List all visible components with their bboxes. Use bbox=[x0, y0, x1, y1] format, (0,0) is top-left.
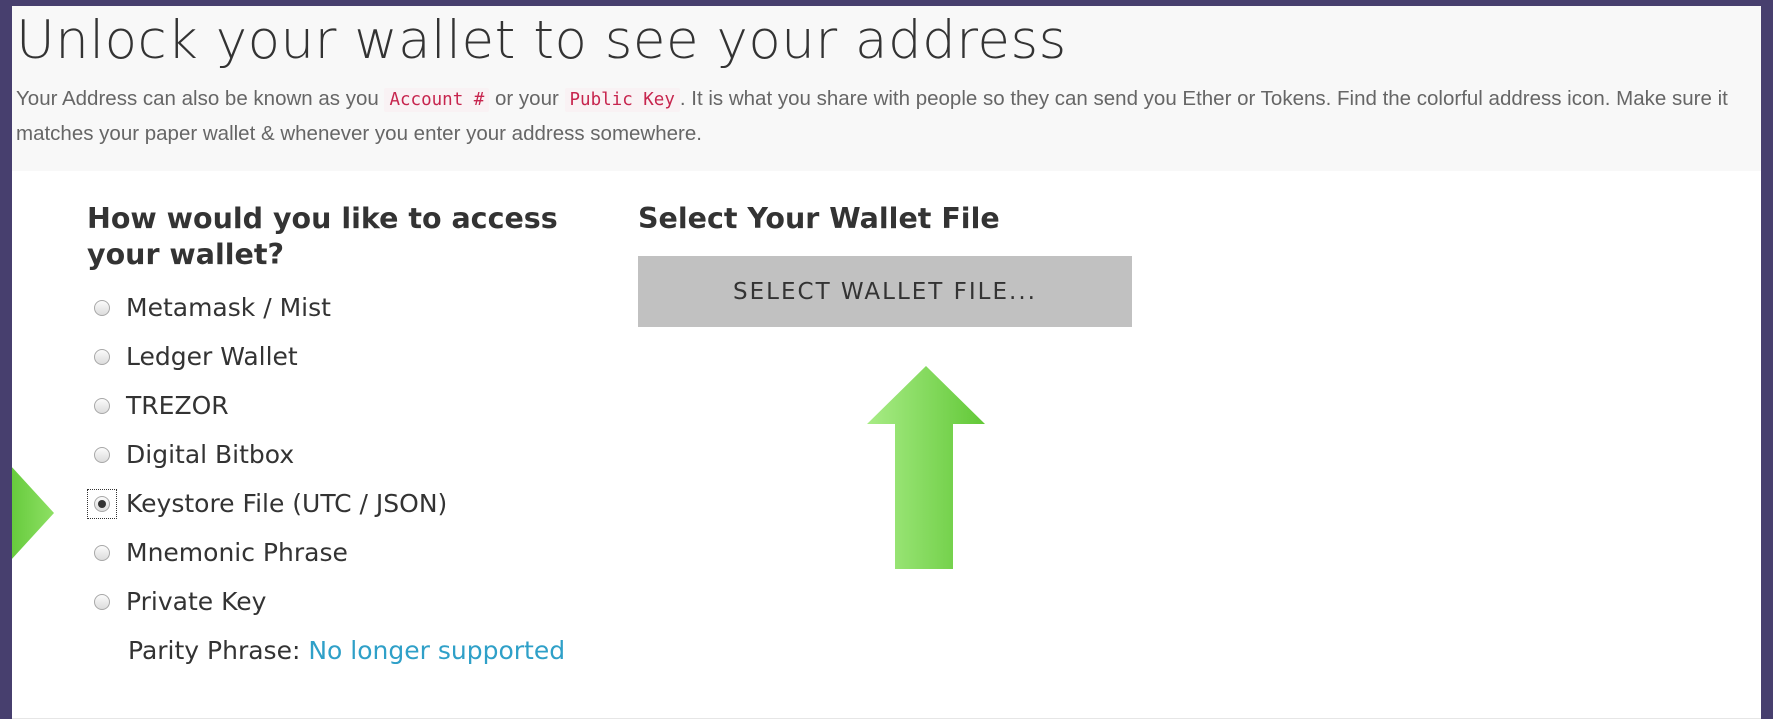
radio-circle-icon bbox=[94, 299, 110, 316]
no-longer-supported-link[interactable]: No longer supported bbox=[308, 636, 565, 665]
option-label: Mnemonic Phrase bbox=[126, 538, 348, 567]
access-heading: How would you like to access your wallet… bbox=[87, 202, 558, 271]
arrow-up-icon bbox=[867, 366, 985, 569]
radio-circle-icon bbox=[94, 397, 110, 414]
radio-trezor[interactable] bbox=[87, 391, 117, 421]
radio-circle-icon bbox=[94, 348, 110, 365]
option-mnemonic-phrase[interactable]: Mnemonic Phrase bbox=[87, 528, 607, 577]
option-private-key[interactable]: Private Key bbox=[87, 577, 607, 626]
address-description: Your Address can also be known as you Ac… bbox=[16, 82, 1761, 150]
parity-phrase-row: Parity Phrase: No longer supported bbox=[128, 636, 565, 665]
radio-mnemonic-phrase[interactable] bbox=[87, 538, 117, 568]
desc-part-2: or your bbox=[489, 87, 565, 110]
radio-circle-icon bbox=[94, 544, 110, 561]
option-trezor[interactable]: TREZOR bbox=[87, 381, 607, 430]
option-label: Metamask / Mist bbox=[126, 293, 331, 322]
radio-circle-icon bbox=[94, 593, 110, 610]
desc-part-1: Your Address can also be known as you bbox=[16, 87, 385, 110]
option-label: Ledger Wallet bbox=[126, 342, 298, 371]
radio-checked-icon bbox=[94, 495, 110, 512]
option-label: Keystore File (UTC / JSON) bbox=[126, 489, 448, 518]
option-label: Private Key bbox=[126, 587, 267, 616]
option-ledger[interactable]: Ledger Wallet bbox=[87, 332, 607, 381]
wallet-file-heading: Select Your Wallet File bbox=[638, 202, 1000, 235]
select-wallet-file-button[interactable]: SELECT WALLET FILE... bbox=[638, 256, 1132, 327]
option-digital-bitbox[interactable]: Digital Bitbox bbox=[87, 430, 607, 479]
radio-metamask[interactable] bbox=[87, 293, 117, 323]
radio-circle-icon bbox=[94, 446, 110, 463]
option-label: TREZOR bbox=[126, 391, 229, 420]
radio-dot-icon bbox=[98, 499, 106, 508]
radio-digital-bitbox[interactable] bbox=[87, 440, 117, 470]
public-key-code: Public Key bbox=[564, 88, 680, 112]
parity-label: Parity Phrase: bbox=[128, 636, 309, 665]
radio-private-key[interactable] bbox=[87, 587, 117, 617]
arrow-right-icon bbox=[12, 467, 54, 559]
account-code: Account # bbox=[384, 88, 490, 112]
radio-keystore-file[interactable] bbox=[87, 488, 117, 519]
radio-ledger[interactable] bbox=[87, 342, 117, 372]
access-options: Metamask / Mist Ledger Wallet TREZOR Dig… bbox=[87, 283, 607, 626]
access-method-section: How would you like to access your wallet… bbox=[87, 201, 607, 626]
option-label: Digital Bitbox bbox=[126, 440, 295, 469]
page-title: Unlock your wallet to see your address bbox=[16, 10, 1067, 71]
option-metamask[interactable]: Metamask / Mist bbox=[87, 283, 607, 332]
content-panel: Unlock your wallet to see your address Y… bbox=[12, 6, 1761, 719]
page-header: Unlock your wallet to see your address Y… bbox=[12, 6, 1761, 171]
option-keystore-file[interactable]: Keystore File (UTC / JSON) bbox=[87, 479, 607, 528]
